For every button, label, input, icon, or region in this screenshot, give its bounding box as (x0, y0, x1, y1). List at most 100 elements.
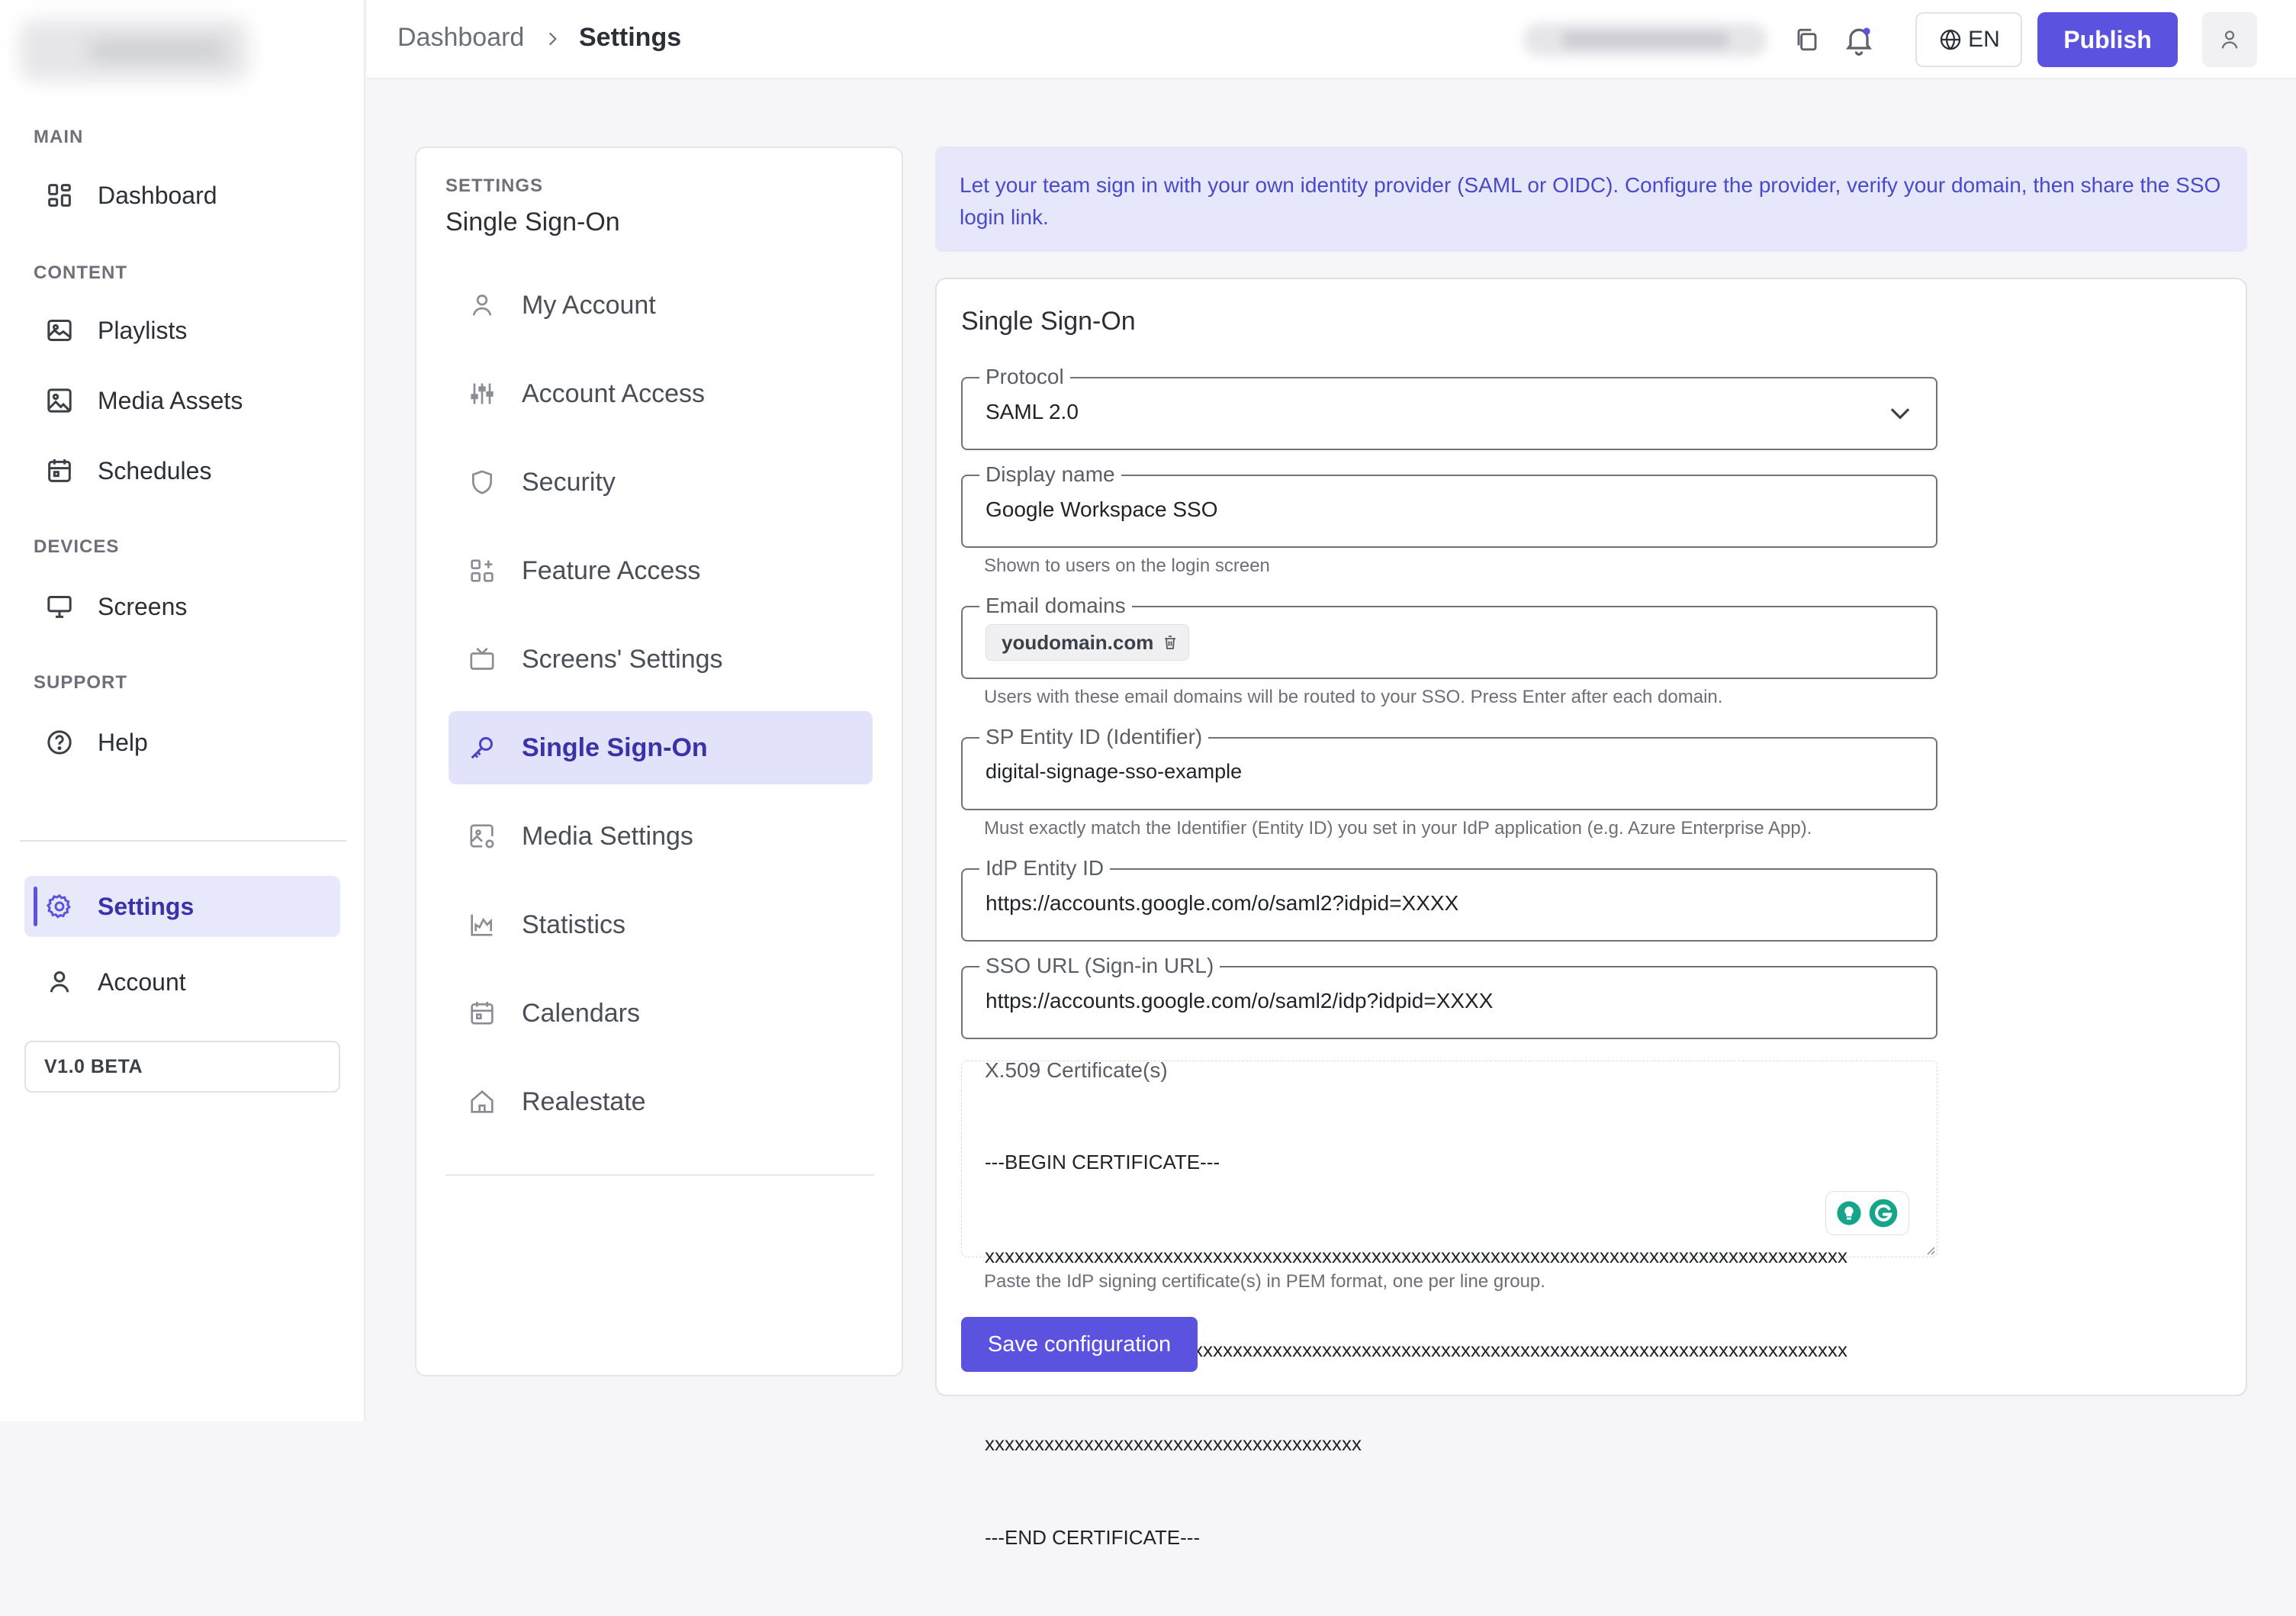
sidebar-item-settings[interactable]: Settings (24, 876, 340, 937)
user-icon (472, 295, 492, 316)
settings-item-label: Media Settings (522, 821, 693, 851)
language-code: EN (1968, 27, 2000, 52)
sidebar: MAIN Dashboard CONTENT Playlists Media A… (0, 0, 365, 1421)
settings-item-feature-access[interactable]: Feature Access (449, 534, 873, 607)
settings-item-my-account[interactable]: My Account (449, 269, 873, 342)
account-id-chip (1523, 23, 1767, 56)
settings-item-single-sign-on[interactable]: Single Sign-On (449, 711, 873, 784)
protocol-label: Protocol (979, 365, 1070, 389)
settings-item-label: Calendars (522, 998, 640, 1028)
display-name-label: Display name (979, 462, 1121, 487)
globe-icon (1940, 29, 1961, 50)
shield-icon (472, 470, 492, 494)
certificate-label: X.509 Certificate(s) (985, 1058, 1168, 1082)
chevron-right-icon (548, 32, 557, 46)
apps-add-icon (471, 559, 494, 582)
settings-item-account-access[interactable]: Account Access (449, 357, 873, 430)
dashboard-grid-icon (48, 184, 71, 207)
sidebar-item-playlists[interactable]: Playlists (24, 300, 340, 361)
sp-entity-id-value: digital-signage-sso-example (986, 760, 1243, 783)
brand-logo[interactable] (20, 20, 249, 81)
certificate-line: xxxxxxxxxxxxxxxxxxxxxxxxxxxxxxxxxxxxxx (985, 1432, 1362, 1455)
sidebar-item-screens[interactable]: Screens (24, 576, 340, 637)
card-title: Single Sign-On (961, 307, 1136, 336)
sidebar-item-account[interactable]: Account (24, 951, 340, 1012)
calendar-icon (471, 1002, 494, 1025)
sso-url-value: https://accounts.google.com/o/saml2/idp?… (986, 989, 1494, 1012)
settings-menu: SETTINGS Single Sign-On My Account Accou… (415, 146, 903, 1376)
settings-item-label: Screens' Settings (522, 644, 723, 674)
idp-entity-id-label: IdP Entity ID (979, 856, 1111, 880)
sidebar-item-label: Settings (98, 892, 195, 920)
grammarly-icon (1869, 1199, 1898, 1228)
sp-entity-id-hint: Must exactly match the Identifier (Entit… (984, 818, 1812, 839)
certificate-hint: Paste the IdP signing certificate(s) in … (984, 1271, 1545, 1292)
chart-area-icon (471, 914, 493, 936)
sidebar-item-label: Account (98, 967, 186, 996)
sp-entity-id-field[interactable]: SP Entity ID (Identifier) digital-signag… (961, 725, 1937, 810)
domain-chip-label: youdomain.com (1002, 630, 1154, 654)
sidebar-item-label: Help (98, 728, 148, 756)
settings-item-label: Account Access (522, 378, 706, 408)
calendar-icon (48, 459, 71, 482)
idp-entity-id-value: https://accounts.google.com/o/saml2?idpi… (986, 891, 1459, 915)
bell-icon[interactable] (1842, 23, 1876, 56)
help-circle-icon (47, 730, 72, 755)
certificate-textarea[interactable]: X.509 Certificate(s) ---BEGIN CERTIFICAT… (961, 1058, 1937, 1549)
lightbulb-icon (1837, 1201, 1861, 1225)
certificate-line: xxxxxxxxxxxxxxxxxxxxxxxxxxxxxxxxxxxxxxxx… (985, 1244, 1847, 1267)
display-name-hint: Shown to users on the login screen (984, 555, 1270, 576)
settings-item-security[interactable]: Security (449, 446, 873, 519)
sidebar-section-content: CONTENT (34, 262, 127, 283)
display-name-field[interactable]: Display name Google Workspace SSO (961, 462, 1937, 548)
settings-item-screens-settings[interactable]: Screens' Settings (449, 623, 873, 696)
chevron-down-icon (1890, 408, 1910, 420)
settings-item-label: Statistics (522, 909, 626, 939)
breadcrumb-dashboard[interactable]: Dashboard (397, 23, 524, 53)
monitor-icon (47, 596, 72, 618)
sso-url-label: SSO URL (Sign-in URL) (979, 954, 1220, 978)
sidebar-item-media-assets[interactable]: Media Assets (24, 370, 340, 431)
save-configuration-button[interactable]: Save configuration (961, 1317, 1198, 1372)
user-icon (50, 971, 69, 993)
settings-item-label: Security (522, 467, 616, 497)
sidebar-item-label: Dashboard (98, 181, 217, 209)
user-menu-button[interactable] (2202, 12, 2257, 67)
settings-item-label: Feature Access (522, 555, 701, 585)
trash-icon[interactable] (1161, 633, 1179, 652)
certificate-line: ---BEGIN CERTIFICATE--- (985, 1151, 1220, 1173)
publish-button[interactable]: Publish (2037, 12, 2178, 67)
settings-overline: SETTINGS (445, 175, 544, 196)
sidebar-item-help[interactable]: Help (24, 712, 340, 773)
email-domains-field[interactable]: Email domains youdomain.com (961, 594, 1937, 679)
tv-icon (470, 647, 494, 670)
sidebar-item-schedules[interactable]: Schedules (24, 440, 340, 501)
image-icon (47, 388, 72, 413)
language-selector[interactable]: EN (1915, 12, 2022, 67)
settings-item-label: Realestate (522, 1086, 646, 1116)
settings-item-media-settings[interactable]: Media Settings (449, 800, 873, 873)
certificate-line: ---END CERTIFICATE--- (985, 1526, 1201, 1549)
resize-handle-icon[interactable] (1923, 1243, 1935, 1255)
sp-entity-id-label: SP Entity ID (Identifier) (979, 725, 1209, 749)
settings-item-statistics[interactable]: Statistics (449, 888, 873, 961)
protocol-select[interactable]: Protocol SAML 2.0 (961, 365, 1937, 450)
sidebar-section-support: SUPPORT (34, 672, 128, 693)
user-icon (2221, 31, 2238, 49)
gear-icon (47, 893, 71, 919)
sso-url-field[interactable]: SSO URL (Sign-in URL) https://accounts.g… (961, 954, 1937, 1039)
key-icon (471, 737, 493, 759)
email-domains-hint: Users with these email domains will be r… (984, 687, 1723, 707)
sidebar-section-main: MAIN (34, 127, 84, 147)
playlist-image-icon (47, 320, 72, 341)
sidebar-item-label: Screens (98, 592, 188, 620)
settings-item-realestate[interactable]: Realestate (449, 1065, 873, 1138)
copy-icon[interactable] (1790, 23, 1824, 56)
idp-entity-id-field[interactable]: IdP Entity ID https://accounts.google.co… (961, 856, 1937, 942)
sidebar-item-dashboard[interactable]: Dashboard (24, 165, 340, 226)
sidebar-item-label: Media Assets (98, 386, 243, 414)
grammarly-widget[interactable] (1825, 1191, 1909, 1235)
display-name-value: Google Workspace SSO (986, 497, 1218, 521)
settings-item-calendars[interactable]: Calendars (449, 977, 873, 1050)
sidebar-item-label: Schedules (98, 456, 212, 484)
